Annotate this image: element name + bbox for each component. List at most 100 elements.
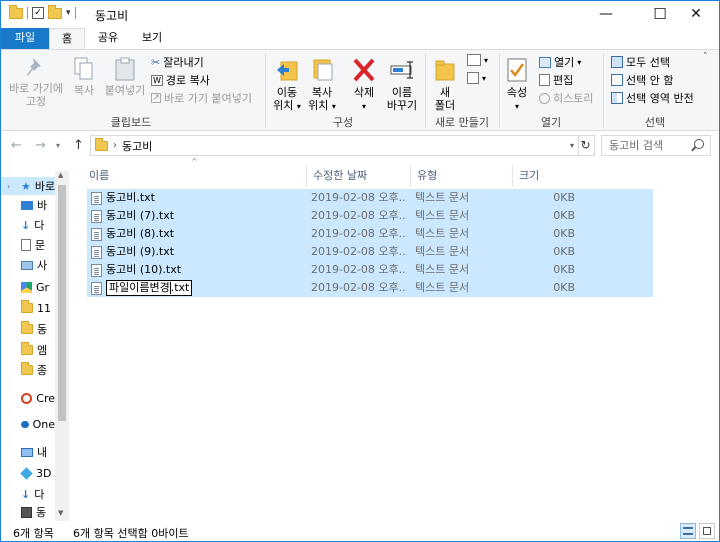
properties-check-icon[interactable]: ✓ xyxy=(32,7,44,19)
copy-button[interactable]: 복사 xyxy=(67,56,101,97)
table-row[interactable]: 동고비 (10).txt 2019-02-08 오후... 텍스트 문서 0KB xyxy=(87,261,653,279)
nav-item-folder-11[interactable]: 11 xyxy=(1,299,55,317)
group-separator xyxy=(425,54,426,128)
pin-label-2: 고정 xyxy=(25,95,47,108)
copyto-label: 복사 xyxy=(311,86,333,99)
nav-item-downloads[interactable]: ↓ 다 xyxy=(1,216,55,234)
nav-item-quick-access[interactable]: › ★ 바로 xyxy=(1,177,55,195)
clipboard-icon xyxy=(115,57,135,81)
move-to-button[interactable]: 이동 위치 ▾ xyxy=(271,56,303,113)
nav-scrollbar[interactable]: ▲ ▼ xyxy=(55,171,69,521)
easy-access-icon xyxy=(467,72,479,84)
table-row[interactable]: 동고비 (9).txt 2019-02-08 오후... 텍스트 문서 0KB xyxy=(87,243,653,261)
nav-item-downloads-pc[interactable]: ↓ 다 xyxy=(1,485,55,503)
file-date: 2019-02-08 오후... xyxy=(311,191,407,204)
new-folder-button[interactable]: 새 폴더 xyxy=(429,56,461,112)
select-all-label: 모두 선택 xyxy=(626,56,670,69)
search-input[interactable]: 동고비 검색 xyxy=(601,135,711,156)
edit-button[interactable]: 편집 xyxy=(539,72,573,88)
nav-item-documents[interactable]: 문 xyxy=(1,236,55,254)
delete-button[interactable]: 삭제 ▾ xyxy=(347,56,381,113)
properties-button[interactable]: 속성 ▾ xyxy=(503,56,531,113)
select-all-button[interactable]: 모두 선택 xyxy=(611,54,670,70)
dropdown-icon: ▾ xyxy=(577,57,582,67)
table-row[interactable]: 동고비 (8).txt 2019-02-08 오후... 텍스트 문서 0KB xyxy=(87,225,653,243)
new-folder-icon[interactable] xyxy=(48,4,62,19)
nav-item-pictures[interactable]: 사 xyxy=(1,256,55,274)
computer-icon xyxy=(21,447,33,457)
address-bar[interactable]: › 동고비 ▾ xyxy=(90,135,579,156)
column-header-name[interactable]: 이름 xyxy=(83,165,307,187)
scissors-icon: ✂ xyxy=(151,55,161,69)
edit-label: 편집 xyxy=(553,74,574,87)
google-drive-icon xyxy=(21,281,32,293)
scroll-thumb[interactable] xyxy=(58,185,66,421)
copy-path-button[interactable]: W 경로 복사 xyxy=(151,72,210,88)
history-button[interactable]: 히스토리 xyxy=(539,90,593,106)
rename-label: 이름 xyxy=(391,86,413,99)
table-row[interactable]: 동고비 (7).txt 2019-02-08 오후... 텍스트 문서 0KB xyxy=(87,207,653,225)
copy-path-label: 경로 복사 xyxy=(165,74,210,87)
nav-item-videos[interactable]: 동 xyxy=(1,503,55,521)
nav-item-folder-dong[interactable]: 동 xyxy=(1,320,55,338)
paste-button[interactable]: 붙여넣기 xyxy=(103,56,147,97)
select-all-icon xyxy=(611,56,623,68)
customize-qat-icon[interactable]: ▾ xyxy=(66,8,71,18)
star-icon: ★ xyxy=(21,179,31,193)
invert-selection-button[interactable]: 선택 영역 반전 xyxy=(611,90,694,106)
expand-chevron-icon[interactable]: › xyxy=(7,182,10,191)
nav-item-google-drive[interactable]: Gr xyxy=(1,278,55,296)
rename-button[interactable]: 이름 바꾸기 xyxy=(383,56,421,112)
table-row[interactable]: 동고비.txt 2019-02-08 오후... 텍스트 문서 0KB xyxy=(87,189,653,207)
column-header-size[interactable]: 크기 xyxy=(513,165,573,187)
rename-input[interactable]: 파일이름변경 .txt xyxy=(106,280,193,296)
folder-icon xyxy=(21,300,33,313)
address-dropdown-icon[interactable]: ▾ xyxy=(570,141,574,150)
breadcrumb-item[interactable]: 동고비 xyxy=(122,138,152,154)
folder-icon xyxy=(95,137,108,151)
paste-shortcut-button[interactable]: ↗ 바로 가기 붙여넣기 xyxy=(151,90,252,106)
details-view-button[interactable] xyxy=(680,523,696,539)
column-header-type[interactable]: 유형 xyxy=(411,165,513,187)
nav-item-onedrive[interactable]: One xyxy=(1,415,55,433)
tab-home[interactable]: 홈 xyxy=(49,28,85,51)
breadcrumb-chevron-icon[interactable]: › xyxy=(113,140,117,151)
copy-to-button[interactable]: 복사 위치 ▾ xyxy=(306,56,338,113)
column-header-date[interactable]: 수정한 날짜 xyxy=(307,165,411,187)
pin-quick-access-button[interactable]: 바로 가기에 고정 xyxy=(7,56,65,108)
scroll-up-icon[interactable]: ▲ xyxy=(58,171,63,179)
forward-arrow-icon[interactable]: → xyxy=(35,138,46,153)
nav-item-creative-cloud[interactable]: Cre xyxy=(1,389,55,407)
close-button[interactable]: ✕ xyxy=(673,1,719,28)
tab-file[interactable]: 파일 xyxy=(1,28,49,50)
nav-item-3d-objects[interactable]: 3D xyxy=(1,464,55,482)
scroll-down-icon[interactable]: ▼ xyxy=(58,509,63,517)
tab-share[interactable]: 공유 xyxy=(91,28,125,50)
large-icons-view-button[interactable] xyxy=(699,523,715,539)
edit-icon xyxy=(539,74,550,86)
file-type: 텍스트 문서 xyxy=(415,191,470,204)
easy-access-button[interactable]: ▾ xyxy=(467,72,486,84)
nav-item-label: 종 xyxy=(37,364,48,377)
select-none-icon xyxy=(611,74,623,86)
recent-locations-icon[interactable]: ▾ xyxy=(56,141,60,150)
file-list: ^ 이름 수정한 날짜 유형 크기 동고비.txt 2019-02-08 오후.… xyxy=(77,157,719,521)
up-arrow-icon[interactable]: ↑ xyxy=(73,138,84,153)
cut-button[interactable]: ✂ 잘라내기 xyxy=(151,54,204,70)
nav-item-folder-em[interactable]: 엠 xyxy=(1,341,55,359)
video-icon xyxy=(21,506,32,518)
nav-item-folder-jong[interactable]: 종 xyxy=(1,361,55,379)
search-placeholder: 동고비 검색 xyxy=(609,139,664,152)
refresh-button[interactable]: ↻ xyxy=(577,135,595,156)
back-arrow-icon[interactable]: ← xyxy=(11,138,22,153)
select-none-button[interactable]: 선택 안 함 xyxy=(611,72,673,88)
nav-item-this-pc[interactable]: 내 xyxy=(1,443,55,461)
nav-item-desktop[interactable]: 바 xyxy=(1,196,55,214)
open-button[interactable]: 열기 ▾ xyxy=(539,54,581,70)
new-item-button[interactable]: ▾ xyxy=(467,54,488,66)
collapse-ribbon-icon[interactable]: ˄ xyxy=(703,52,708,62)
status-item-count: 6개 항목 xyxy=(13,527,54,540)
minimize-button[interactable]: — xyxy=(583,1,629,28)
table-row-renaming[interactable]: 파일이름변경 .txt 2019-02-08 오후... 텍스트 문서 0KB xyxy=(87,279,653,297)
tab-view[interactable]: 보기 xyxy=(135,28,169,50)
